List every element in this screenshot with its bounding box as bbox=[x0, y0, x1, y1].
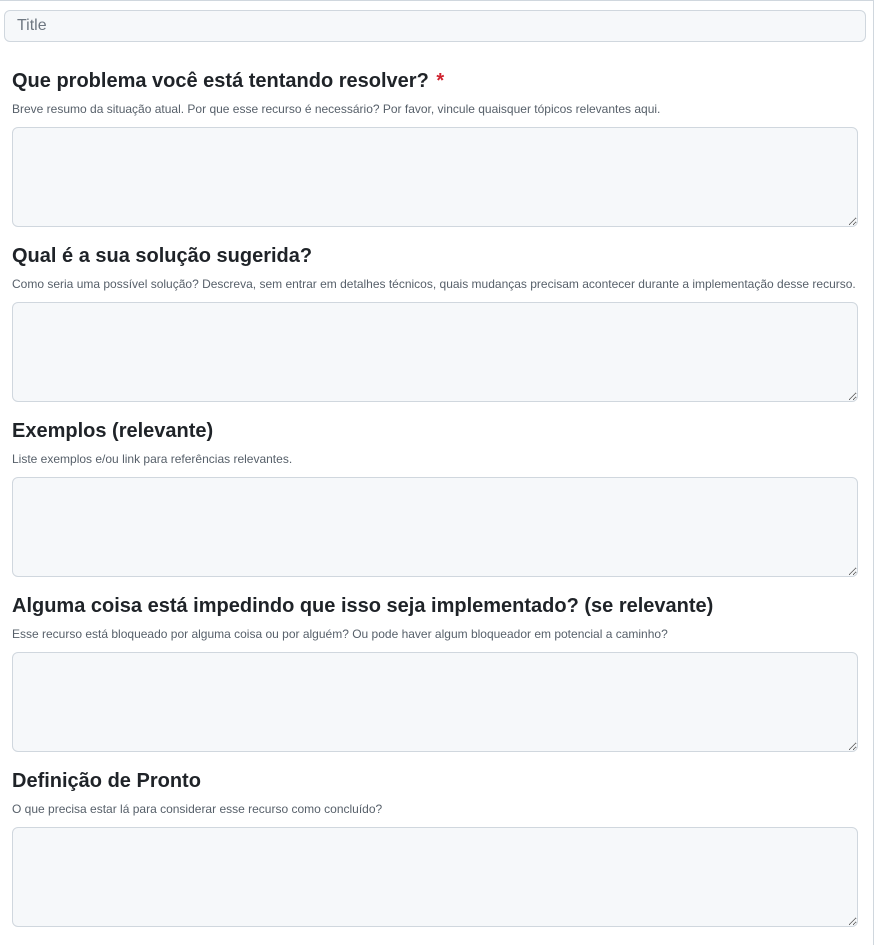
field-definition-of-done-textarea[interactable] bbox=[12, 827, 858, 927]
field-blockers-textarea[interactable] bbox=[12, 652, 858, 752]
field-solution-textarea[interactable] bbox=[12, 302, 858, 402]
field-solution-label: Qual é a sua solução sugerida? bbox=[12, 245, 313, 267]
title-input[interactable] bbox=[4, 10, 866, 42]
field-problem-label-text: Que problema você está tentando resolver… bbox=[12, 70, 429, 92]
field-blockers: Alguma coisa está impedindo que isso sej… bbox=[12, 593, 858, 752]
field-definition-of-done-label: Definição de Pronto bbox=[12, 770, 201, 792]
field-definition-of-done: Definição de Pronto O que precisa estar … bbox=[12, 768, 858, 927]
field-blockers-label: Alguma coisa está impedindo que isso sej… bbox=[12, 595, 714, 617]
field-problem-textarea[interactable] bbox=[12, 127, 858, 227]
field-examples-label: Exemplos (relevante) bbox=[12, 420, 214, 442]
field-problem-label: Que problema você está tentando resolver… bbox=[12, 68, 858, 94]
field-solution-help: Como seria uma possível solução? Descrev… bbox=[12, 277, 856, 291]
field-definition-of-done-help: O que precisa estar lá para considerar e… bbox=[12, 802, 383, 816]
required-marker: * bbox=[436, 70, 445, 92]
field-examples-help: Liste exemplos e/ou link para referência… bbox=[12, 452, 293, 466]
field-blockers-help: Esse recurso está bloqueado por alguma c… bbox=[12, 627, 668, 641]
field-solution: Qual é a sua solução sugerida? Como seri… bbox=[12, 243, 858, 402]
field-examples-textarea[interactable] bbox=[12, 477, 858, 577]
field-problem-help: Breve resumo da situação atual. Por que … bbox=[12, 102, 661, 116]
field-examples: Exemplos (relevante) Liste exemplos e/ou… bbox=[12, 418, 858, 577]
field-problem: Que problema você está tentando resolver… bbox=[12, 68, 858, 227]
